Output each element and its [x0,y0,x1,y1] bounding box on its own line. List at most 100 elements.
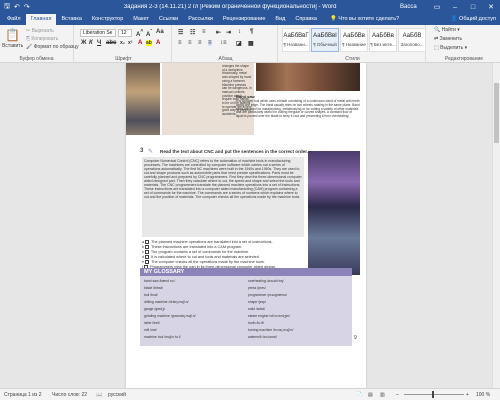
format-painter-button[interactable]: 🖌 Формат по образцу [26,44,79,50]
zoom-out-icon[interactable]: – [396,392,399,398]
item-text: The computer checks all the operations m… [151,260,265,264]
vertical-scrollbar[interactable] [492,63,500,388]
bullets-icon[interactable]: ☰ [178,29,183,36]
align-center-icon[interactable]: ≡ [188,40,192,46]
style-preview-text: АаБбВвГ [283,33,309,39]
tab-design[interactable]: Конструктор [87,14,128,25]
font-color-icon[interactable]: A [156,40,160,46]
tab-references[interactable]: Ссылки [154,14,183,25]
tab-file[interactable]: Файл [2,14,26,25]
find-label: Найти [441,27,456,33]
list-item[interactable]: c The program contains a set of commands… [142,250,249,254]
grow-font-icon[interactable]: A^ [136,29,143,38]
tab-view[interactable]: Вид [270,14,290,25]
style-no-spacing-preview[interactable]: АаБбВв ¶ Без инте... [369,28,397,52]
list-item[interactable]: d It is calculated where to cut and tool… [142,255,260,259]
ribbon-display-icon[interactable]: ▭ [428,0,446,14]
item-text: These instructions are translated into a… [151,245,243,249]
strikethrough-icon[interactable]: abc [106,40,116,46]
proofing-icon[interactable]: 📖 [96,392,102,398]
style-name: ¶ Название [342,42,366,47]
shading-icon[interactable]: ◪ [236,40,242,47]
ribbon-tabs: Файл Главная Вставка Конструктор Макет С… [0,14,500,25]
item-text: The planned machine operations are trans… [151,240,273,244]
find-button[interactable]: 🔍 Найти ▾ [434,27,460,33]
machine-press-photo [126,63,160,135]
decrease-indent-icon[interactable]: ⇤ [216,29,221,36]
style-title-preview[interactable]: АаБбВвГ ¶ Названи... [282,28,310,52]
glossary-entry: machine tool /məʃiːn tuːl/ [144,335,181,339]
replace-button[interactable]: ⇄ Заменить [434,36,462,42]
superscript-icon[interactable]: x² [128,40,132,46]
web-layout-icon[interactable]: ▥ [380,392,385,398]
close-button[interactable]: ✕ [482,0,500,14]
save-icon[interactable]: 🖫 [4,2,10,13]
scrollbar-thumb[interactable] [494,83,499,143]
subscript-icon[interactable]: x₂ [120,40,125,46]
tab-insert[interactable]: Вставка [56,14,86,25]
undo-icon[interactable]: ↶ [14,3,20,11]
list-item[interactable]: a The planned machine operations are tra… [142,240,273,244]
zoom-slider[interactable] [404,394,464,395]
align-right-icon[interactable]: ≡ [198,40,202,46]
cut-button[interactable]: ✂ Вырезать [26,28,54,34]
print-layout-icon[interactable]: ▤ [368,392,373,398]
item-checkbox[interactable] [144,250,149,254]
language[interactable]: русский [108,392,126,398]
list-item[interactable]: e The computer checks all the operations… [142,260,265,264]
page-count[interactable]: Страница 1 из 2 [4,392,41,398]
list-item[interactable]: b These instructions are translated into… [142,245,242,249]
user-name[interactable]: Васса [400,4,417,10]
item-text: It is calculated where to cut and tools … [151,255,260,259]
sort-icon[interactable]: ↕ [238,29,241,35]
item-checkbox[interactable] [145,240,150,244]
change-case-icon[interactable]: Aa [156,29,164,35]
zoom-level[interactable]: 100 % [476,392,490,398]
numbering-icon[interactable]: ☷ [190,29,195,36]
minimize-button[interactable]: – [446,0,464,14]
tell-me-search[interactable]: 💡 Что вы хотите сделать? [330,14,399,25]
word-count[interactable]: Число слов: 22 [52,392,87,398]
style-normal-preview[interactable]: АаБбВвI ¶ Обычный [311,28,339,52]
underline-icon[interactable]: Ч [97,40,101,46]
tab-review[interactable]: Рецензирование [218,14,270,25]
tab-home[interactable]: Главная [25,14,57,25]
tab-layout[interactable]: Макет [128,14,154,25]
text-effects-icon[interactable]: A [138,40,142,46]
cnc-machine-photo [308,151,360,275]
item-checkbox[interactable] [145,260,150,264]
show-marks-icon[interactable]: ¶ [250,29,253,35]
justify-icon[interactable]: ≡ [208,40,212,46]
share-button[interactable]: 👤 Общий доступ [451,14,496,25]
select-button[interactable]: ⬚ Выделить ▾ [434,45,467,51]
align-left-icon[interactable]: ≡ [178,40,182,46]
glossary-entry: band saw /bænd sɔː/ [144,279,176,283]
read-mode-icon[interactable]: 📄 [356,392,362,398]
paste-icon[interactable]: 📋 [5,28,20,42]
bold-icon[interactable]: Ж [81,40,86,46]
zoom-in-icon[interactable]: + [466,392,469,398]
italic-icon[interactable]: К [89,40,93,46]
multilevel-list-icon[interactable]: ≡ [202,29,206,35]
shrink-font-icon[interactable]: Aˇ [146,29,152,38]
line-spacing-icon[interactable]: ↕≡ [220,40,227,46]
paste-button[interactable]: Вставить [2,43,23,49]
glossary-entry: overheating /əʊvəhiːtɪŋ/ [248,279,284,283]
copy-button[interactable]: ⎘ Копировать [26,36,58,42]
zoom-slider-thumb[interactable] [432,391,434,398]
item-checkbox[interactable] [145,245,150,249]
font-name-select[interactable]: Liberation Se [80,29,116,37]
style-heading-preview[interactable]: АаБбВв ¶ Название [340,28,368,52]
item-checkbox[interactable] [145,255,150,259]
increase-indent-icon[interactable]: ⇥ [226,29,231,36]
borders-icon[interactable]: ▦ [248,40,254,47]
font-size-select[interactable]: 12 [118,29,132,37]
highlight-icon[interactable]: ab [146,40,152,46]
tab-mailings[interactable]: Рассылки [183,14,218,25]
tab-help[interactable]: Справка [290,14,322,25]
redo-icon[interactable]: ↷ [24,3,30,11]
style-heading-1-preview[interactable]: АаБбВ Заголово... [398,28,426,52]
quick-access-toolbar: 🖫 ↶ ↷ [0,2,30,13]
maximize-button[interactable]: □ [464,0,482,14]
document-page[interactable]: changes the shape of a workpiece. Histor… [126,63,366,388]
